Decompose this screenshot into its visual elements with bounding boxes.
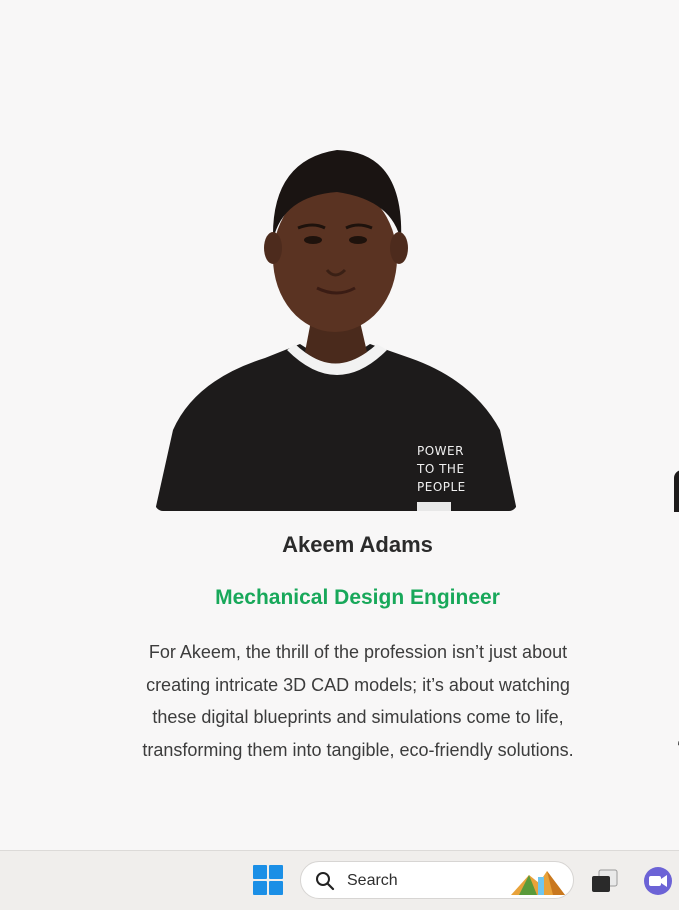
- search-placeholder: Search: [347, 872, 398, 889]
- tshirt-print-line: TO THE: [417, 462, 465, 476]
- windows-start-icon[interactable]: [253, 865, 283, 895]
- next-member-photo: [674, 470, 679, 512]
- search-icon: [316, 872, 335, 891]
- tshirt-print-line: POWER: [417, 444, 464, 458]
- team-member-role: Mechanical Design Engineer: [215, 586, 500, 609]
- next-member-bio-line: ‘Ur: [640, 732, 679, 765]
- start-icon-tile: [253, 865, 267, 879]
- teams-meet-icon[interactable]: [640, 865, 676, 897]
- start-icon-tile: [269, 865, 283, 879]
- team-member-name: Akeem Adams: [282, 532, 433, 557]
- start-icon-tile: [253, 881, 267, 895]
- taskbar-search-input[interactable]: Search: [300, 861, 574, 899]
- team-page: POWER TO THE PEOPLE Akeem Adams Mechanic…: [0, 0, 679, 850]
- next-member-bio: f l ‘Ur: [640, 667, 679, 765]
- task-view-icon[interactable]: [588, 865, 622, 897]
- team-member-bio: For Akeem, the thrill of the profession …: [142, 642, 574, 760]
- tshirt-print: POWER TO THE PEOPLE: [417, 442, 477, 496]
- next-member-bio-line: l: [640, 700, 679, 733]
- start-icon-tile: [269, 881, 283, 895]
- next-member-bio-line: f: [640, 667, 679, 700]
- team-member-photo: POWER TO THE PEOPLE: [155, 130, 517, 511]
- tshirt-print-line: PEOPLE: [417, 480, 466, 494]
- search-highlight-landscape-icon[interactable]: [509, 867, 567, 897]
- windows-taskbar: Search: [0, 850, 679, 910]
